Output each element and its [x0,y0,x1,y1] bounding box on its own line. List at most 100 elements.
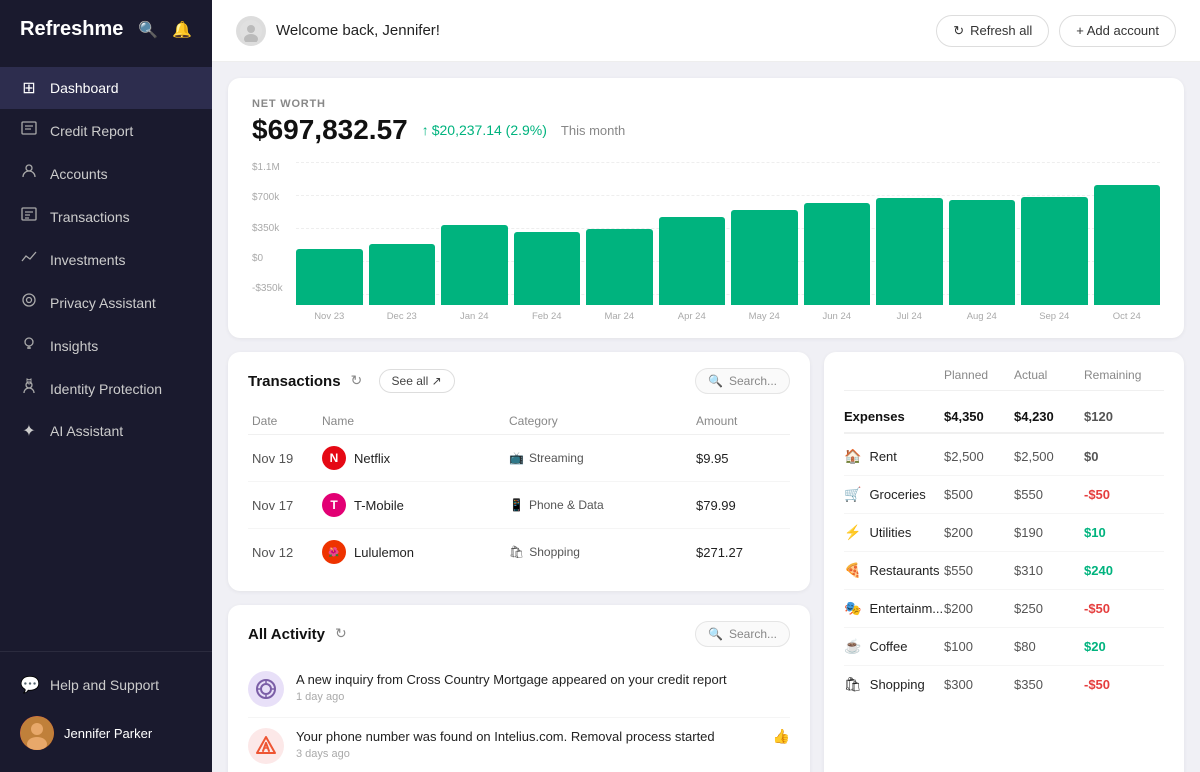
user-profile[interactable]: Jennifer Parker [0,706,212,760]
expenses-col-planned: Planned [944,368,1014,382]
transactions-header: Transactions ↻ See all ↗ 🔍 Search... [248,368,790,394]
col-category-header: Category [509,414,696,428]
help-icon: 💬 [20,675,38,695]
search-icon[interactable]: 🔍 [138,20,158,40]
col-amount-header: Amount [696,414,786,428]
sidebar-item-label: AI Assistant [50,423,123,439]
entertainment-icon: 🎭 [844,600,861,617]
sidebar-bottom: 💬 Help and Support Jennifer Parker [0,651,212,772]
netflix-logo: N [322,446,346,470]
see-all-label: See all ↗ [392,374,442,388]
y-label-1: $1.1M [252,162,283,173]
activity-refresh-icon[interactable]: ↻ [335,625,353,643]
bell-icon[interactable]: 🔔 [172,20,192,40]
bar-group: Nov 23 [296,162,363,322]
activity-search[interactable]: 🔍 Search... [695,621,790,647]
sidebar-item-label: Identity Protection [50,381,162,397]
ai-icon: ✦ [20,421,38,441]
refresh-all-button[interactable]: ↻ Refresh all [936,15,1049,47]
transactions-refresh-icon[interactable]: ↻ [351,372,369,390]
sidebar-item-label: Investments [50,252,125,268]
bar-group: Mar 24 [586,162,653,322]
bar [441,225,508,305]
sidebar-item-transactions[interactable]: Transactions [0,195,212,238]
bar [659,217,726,305]
expense-actual: $190 [1014,525,1084,540]
activity-time: 1 day ago [296,691,790,703]
bar [514,232,581,305]
sidebar-item-privacy-assistant[interactable]: Privacy Assistant [0,281,212,324]
expense-actual: $350 [1014,677,1084,692]
activity-time: 3 days ago [296,748,761,760]
transactions-icon [20,206,38,227]
expenses-col-remaining: Remaining [1084,368,1164,382]
activity-item: A new inquiry from Cross Country Mortgag… [248,661,790,718]
see-all-button[interactable]: See all ↗ [379,369,455,393]
dashboard-icon: ⊞ [20,78,38,98]
expense-remaining: -$50 [1084,601,1164,616]
credit-report-icon [20,120,38,141]
net-worth-value-row: $697,832.57 ↑ $20,237.14 (2.9%) This mon… [252,114,1160,146]
sidebar-item-label: Dashboard [50,80,119,96]
bar-label: Dec 23 [387,311,417,322]
tmobile-logo: T [322,493,346,517]
sidebar-item-identity-protection[interactable]: Identity Protection [0,367,212,410]
activity-text: A new inquiry from Cross Country Mortgag… [296,671,790,703]
expense-row: ⚡Utilities $200 $190 $10 [844,514,1164,552]
bar-group: Jul 24 [876,162,943,322]
lululemon-logo: 🌺 [322,540,346,564]
bar-label: Sep 24 [1039,311,1069,322]
sidebar-item-accounts[interactable]: Accounts [0,152,212,195]
bar-group: Sep 24 [1021,162,1088,322]
expense-name: 🎭Entertainm... [844,600,944,617]
expense-planned: $550 [944,563,1014,578]
expense-planned: $200 [944,525,1014,540]
sidebar-item-ai-assistant[interactable]: ✦ AI Assistant [0,410,212,452]
expense-name: 🛍Shopping [844,676,944,693]
thumbs-up-icon[interactable]: 👍 [773,728,790,745]
net-worth-card: NET WORTH $697,832.57 ↑ $20,237.14 (2.9%… [228,78,1184,338]
activity-title: All Activity [248,626,325,643]
bar-group: Aug 24 [949,162,1016,322]
expense-remaining: -$50 [1084,677,1164,692]
up-arrow-icon: ↑ [422,122,429,138]
table-row: Nov 12 🌺 Lululemon 🛍 Shopping $271.27 [248,529,790,575]
sidebar-item-credit-report[interactable]: Credit Report [0,109,212,152]
expense-actual: $2,500 [1014,449,1084,464]
sidebar-item-label: Credit Report [50,123,133,139]
row-name: T T-Mobile [322,493,509,517]
bar-label: Feb 24 [532,311,562,322]
groceries-icon: 🛒 [844,486,861,503]
expenses-col-actual: Actual [1014,368,1084,382]
bar-label: Apr 24 [678,311,706,322]
expense-row: 🏠Rent $2,500 $2,500 $0 [844,438,1164,476]
sidebar-item-dashboard[interactable]: ⊞ Dashboard [0,67,212,109]
transactions-search[interactable]: 🔍 Search... [695,368,790,394]
refresh-label: Refresh all [970,23,1032,38]
search-icon: 🔍 [708,627,723,641]
add-account-button[interactable]: + Add account [1059,15,1176,47]
activity-text: Your phone number was found on Intelius.… [296,728,761,760]
sidebar-item-insights[interactable]: Insights [0,324,212,367]
phone-icon: 📱 [509,498,524,512]
transactions-card: Transactions ↻ See all ↗ 🔍 Search... D [228,352,810,591]
help-support-item[interactable]: 💬 Help and Support [0,664,212,706]
utilities-icon: ⚡ [844,524,861,541]
coffee-icon: ☕ [844,638,861,655]
streaming-icon: 📺 [509,451,524,465]
bar [1094,185,1161,305]
bar-group: Apr 24 [659,162,726,322]
expense-row: 🎭Entertainm... $200 $250 -$50 [844,590,1164,628]
expenses-summary-planned: $4,350 [944,409,1014,424]
bar [296,249,363,305]
expense-planned: $100 [944,639,1014,654]
activity-card: All Activity ↻ 🔍 Search... [228,605,810,772]
row-amount: $79.99 [696,498,786,513]
expenses-summary-name: Expenses [844,409,944,424]
row-name: N Netflix [322,446,509,470]
user-name: Jennifer Parker [64,726,152,741]
app-name: Refreshme [20,18,123,41]
sidebar-item-investments[interactable]: Investments [0,238,212,281]
expense-name: 🏠Rent [844,448,944,465]
add-account-label: + Add account [1076,23,1159,38]
